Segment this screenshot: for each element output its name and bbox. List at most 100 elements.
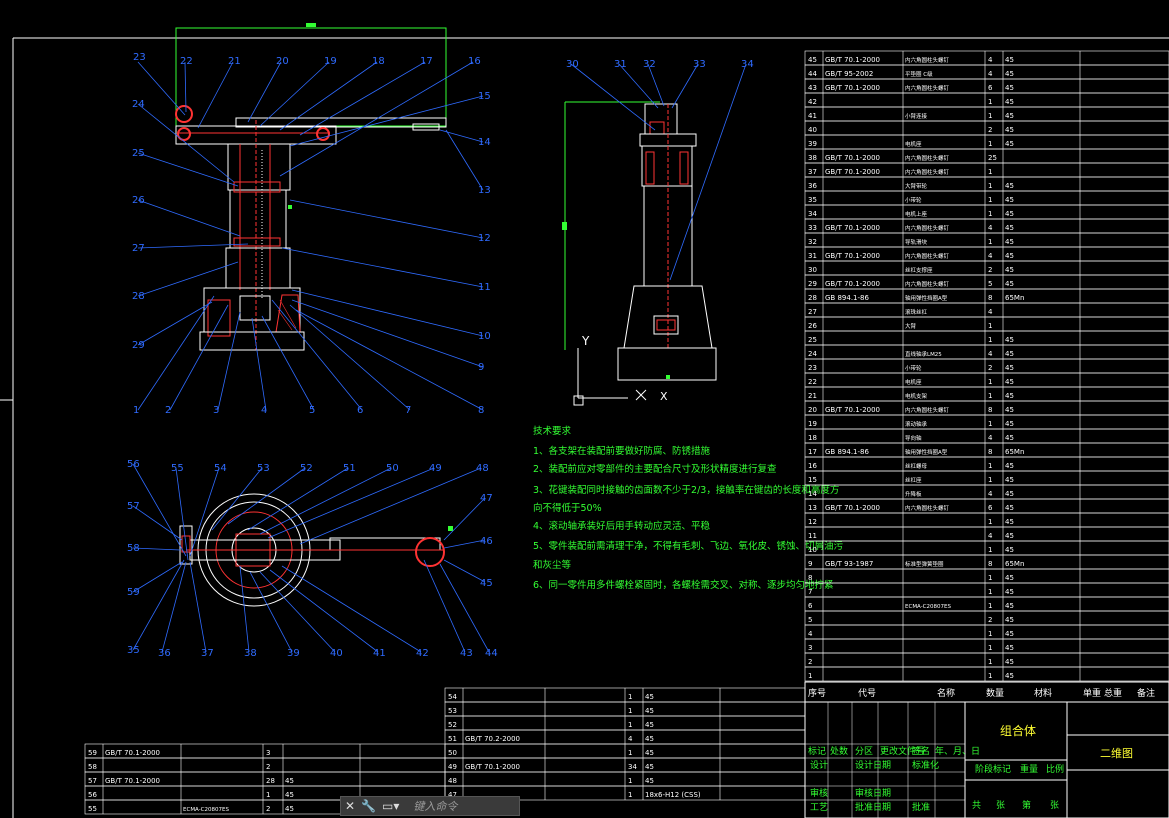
balloon-label: 31 [614,59,627,70]
command-input[interactable]: 键入命令 [413,798,457,814]
bom-qty: 1 [988,98,992,106]
bom-code: GB/T 95-2002 [825,70,873,78]
bom-seq: 41 [808,112,817,120]
bom-header-row: 序号 代号 名称 数量 材料 单重 总重 备注 [804,681,1169,703]
bom-seq: 58 [88,763,97,771]
axis-x-label: X [660,390,668,403]
bom-seq: 11 [808,532,817,540]
wrench-icon[interactable]: 🔧 [361,800,376,812]
bom-mat: 65Mn [1005,294,1024,302]
bom-qty: 4 [988,56,993,64]
bom-seq: 59 [88,749,97,757]
balloon-label: 6 [357,405,363,416]
bom-seq: 28 [808,294,817,302]
drawing-svg[interactable]: Y 23 22 21 20 19 18 17 16151413121110987… [0,0,1169,818]
bom-qty: 1 [988,112,992,120]
balloon-label: 15 [478,91,491,102]
bom-row [804,372,1169,388]
bom-qty: 1 [628,749,632,757]
title-block-cell: 标记 [808,745,826,757]
bom-seq: 23 [808,364,817,372]
bom-row [804,316,1169,332]
title-block-cell: 审核 [810,787,828,799]
bom-mat: 45 [1005,336,1014,344]
bom-row [804,456,1169,472]
bom-mat: 45 [1005,84,1014,92]
bom-seq: 56 [88,791,97,799]
bom-mat: 45 [1005,252,1014,260]
bom-qty: 1 [988,602,992,610]
bom-qty: 1 [988,168,992,176]
bom-row [804,92,1169,108]
bom-row [804,582,1169,598]
bom-qty: 1 [988,588,992,596]
balloon-label: 14 [478,137,491,148]
front-envelope [175,27,447,127]
bom-qty: 1 [988,392,992,400]
bom-name: 电机座 [905,378,922,386]
bom-name: 内六角圆柱头螺钉 [905,252,950,260]
top-view [179,493,453,607]
bom-qty: 6 [988,84,993,92]
bom-mat: 45 [1005,574,1014,582]
bom-name: 内六角圆柱头螺钉 [905,504,950,512]
command-prompt-icon[interactable]: ▭▾ [382,800,399,812]
bom-code: GB/T 70.1-2000 [105,777,160,785]
bom-row [84,757,446,773]
bom-qty: 1 [988,476,992,484]
balloon-label: 58 [127,543,140,554]
bom-qty: 1 [988,238,992,246]
bom-seq: 17 [808,448,817,456]
balloon-label: 36 [158,648,171,659]
bom-name: 小带轮 [905,364,922,372]
bom-qty: 2 [988,266,992,274]
bom-row [804,512,1169,528]
balloon-label: 57 [127,501,140,512]
bom-seq: 22 [808,378,817,386]
balloon-label: 53 [257,463,270,474]
bom-qty: 2 [988,126,992,134]
bom-row [804,386,1169,402]
bom-seq: 51 [448,735,457,743]
bom-qty: 25 [988,154,997,162]
bom-seq: 3 [808,644,812,652]
bom-name: 小臂连接 [905,112,928,120]
bom-name: 内六角圆柱头螺钉 [905,56,950,64]
bom-qty: 1 [988,672,992,680]
bom-name: 丝杠支撑座 [905,266,933,274]
bom-mat: 65Mn [1005,560,1024,568]
bom-header-cell: 总重 [1104,687,1122,699]
bom-name: 电机座 [905,140,922,148]
bom-mat: 45 [1005,112,1014,120]
bom-mat: 45 [1005,406,1014,414]
title-block-cell: 处数 [830,745,848,757]
bom-name: 内六角圆柱头螺钉 [905,168,950,176]
bom-row [804,176,1169,192]
bom-name: 平垫圈 C级 [905,70,933,78]
bom-seq: 20 [808,406,817,414]
bom-name: ECMA-C20807ES [905,604,951,610]
bom-mat: 45 [285,805,294,813]
balloon-label: 44 [485,648,498,659]
bom-mat: 45 [1005,350,1014,358]
bom-seq: 10 [808,546,817,554]
close-icon[interactable]: ✕ [345,800,355,812]
cad-canvas[interactable]: Y 23 22 21 20 19 18 17 16 15 14 13 12 11… [0,0,1169,818]
balloon-label: 26 [132,195,145,206]
balloon-label: 18 [372,56,385,67]
title-block-cell: 签名 [912,745,930,757]
bom-row [804,190,1169,206]
bom-name: 内六角圆柱头螺钉 [905,406,950,414]
bom-mat: 45 [645,693,654,701]
bom-qty: 1 [628,791,632,799]
bom-seq: 21 [808,392,817,400]
balloon-label: 35 [127,645,140,656]
bom-row [804,134,1169,150]
balloon-label: 42 [416,648,429,659]
title-block-cell: 比例 [1046,763,1064,775]
command-line[interactable]: ✕ 🔧 ▭▾ 键入命令 [340,796,520,816]
bom-qty: 8 [988,448,992,456]
drawing-type: 二维图 [1100,747,1133,760]
bom-name: 小带轮 [905,196,922,204]
balloon-label: 8 [478,405,484,416]
